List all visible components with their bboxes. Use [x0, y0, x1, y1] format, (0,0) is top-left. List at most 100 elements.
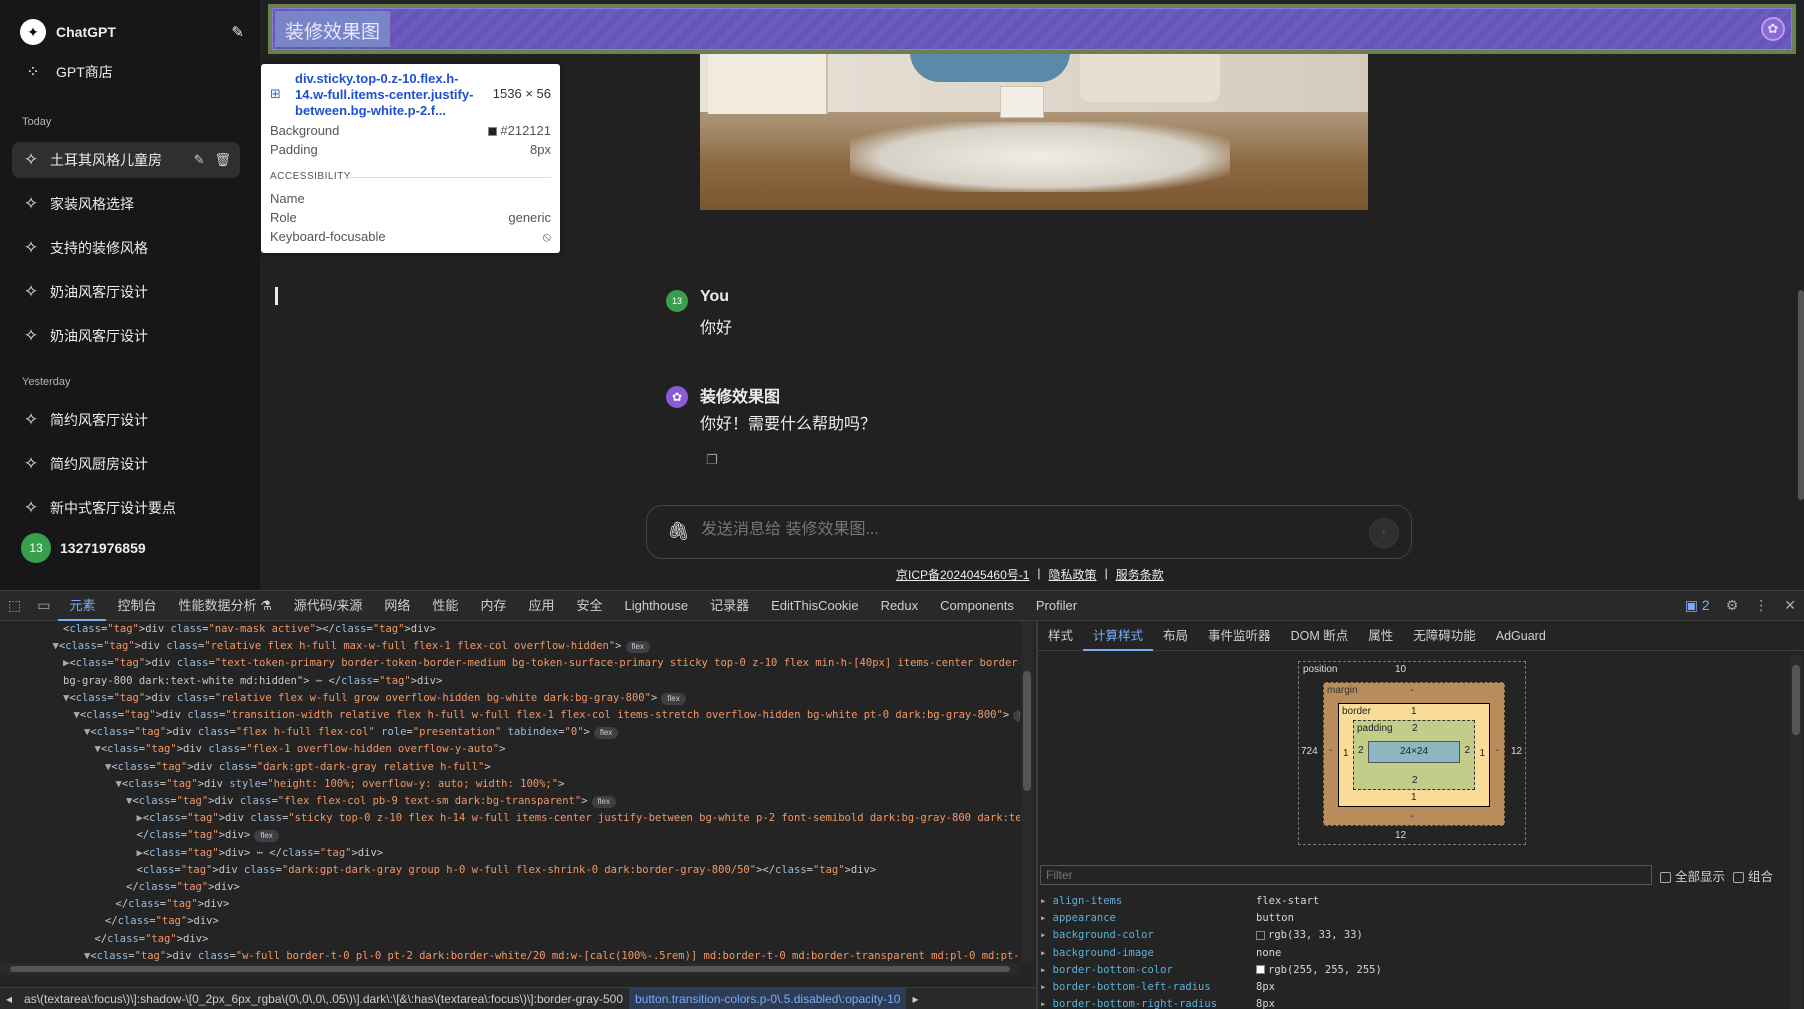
filter-input[interactable]	[1040, 865, 1652, 885]
dom-node[interactable]: ▼<div style="height: 100%; overflow-y: a…	[0, 776, 1020, 793]
devtools-tab[interactable]: 记录器	[699, 591, 760, 621]
sidebar-tab[interactable]: 样式	[1038, 621, 1083, 651]
computed-property[interactable]: align-itemsflex-start	[1040, 893, 1780, 910]
devtools-tab[interactable]: 应用	[517, 591, 565, 621]
chat-history-item[interactable]: ✧奶油风客厅设计	[12, 318, 240, 354]
sidebar-tab[interactable]: AdGuard	[1486, 621, 1556, 651]
close-icon[interactable]: ✕	[1776, 597, 1804, 614]
sidebar-tab[interactable]: 布局	[1153, 621, 1198, 651]
flex-badge[interactable]: flex	[594, 727, 618, 739]
panel-divider[interactable]	[1036, 621, 1038, 1009]
dom-node[interactable]: </div></class="tag">div>	[0, 896, 1020, 913]
show-all-checkbox[interactable]: 全部显示	[1660, 866, 1725, 885]
breadcrumb-prev-icon[interactable]: ◂	[0, 992, 18, 1006]
sidebar-scrollbar[interactable]	[1790, 655, 1802, 1009]
devtools-tab[interactable]: 控制台	[106, 591, 167, 621]
computed-property[interactable]: appearancebutton	[1040, 910, 1780, 927]
message-input[interactable]	[701, 521, 1321, 539]
dom-node[interactable]: ▼<div class="flex-1 overflow-hidden over…	[0, 741, 1020, 758]
dom-node[interactable]: </div></class="tag">div>	[0, 879, 1020, 896]
terms-link[interactable]: 服务条款	[1116, 566, 1164, 583]
devtools-tab[interactable]: 性能数据分析 ⚗	[168, 591, 283, 621]
dom-horizontal-thumb[interactable]	[10, 966, 1010, 972]
group-checkbox[interactable]: 组合	[1733, 866, 1773, 885]
delete-icon[interactable]: 🗑	[214, 152, 231, 168]
dom-node[interactable]: </div></class="tag">div>	[0, 913, 1020, 930]
settings-gear-icon[interactable]: ⚙	[1718, 597, 1747, 614]
dom-node[interactable]: ▼<div class="relative flex w-full grow o…	[0, 690, 1020, 707]
devtools-tab[interactable]: Redux	[870, 591, 930, 621]
dom-node[interactable]: ▼<div class="transition-width relative f…	[0, 707, 1020, 724]
dom-node[interactable]: ▶<div> ⋯ </div><class="tag">div> ⋯ </cla…	[0, 845, 1020, 862]
main-scrollbar[interactable]	[1798, 290, 1804, 500]
computed-property[interactable]: border-bottom-left-radius8px	[1040, 979, 1780, 996]
margin-box[interactable]: margin - - - - border 1 1 1 1 padding 2 …	[1323, 682, 1505, 826]
dom-node[interactable]: ▼<div class="flex flex-col pb-9 text-sm …	[0, 793, 1020, 810]
chat-history-item[interactable]: ✧支持的装修风格	[12, 230, 240, 266]
chat-history-item[interactable]: ✧简约风客厅设计	[12, 402, 240, 438]
attach-icon[interactable]: 🖇	[667, 521, 690, 542]
room-image[interactable]	[700, 52, 1368, 210]
sidebar-tab[interactable]: 事件监听器	[1198, 621, 1281, 651]
more-options-icon[interactable]: ⋮	[1746, 597, 1776, 614]
flex-badge[interactable]: flex	[661, 693, 685, 705]
breadcrumb-selected[interactable]: button.transition-colors.p-0\.5.disabled…	[629, 988, 906, 1009]
devtools-tab[interactable]: 内存	[469, 591, 517, 621]
computed-property[interactable]: border-bottom-colorrgb(255, 255, 255)	[1040, 962, 1780, 979]
devtools-tab[interactable]: 网络	[373, 591, 421, 621]
chat-history-item[interactable]: ✧简约风厨房设计	[12, 446, 240, 482]
send-button[interactable]: ↑	[1369, 518, 1399, 548]
user-profile[interactable]: 13 13271976859	[12, 530, 240, 566]
inspect-element-icon[interactable]: ⬚	[0, 597, 29, 614]
gpt-title-button[interactable]: 装修效果图	[275, 11, 390, 47]
gpt-store-link[interactable]: ⁘ GPT商店	[12, 54, 121, 90]
dom-node[interactable]: </div></class="tag">div>flex	[0, 827, 1020, 844]
dom-node[interactable]: ▶<div class="sticky top-0 z-10 flex h-14…	[0, 810, 1020, 827]
dom-node[interactable]: ▼<div class="w-full border-t-0 pl-0 pt-2…	[0, 948, 1020, 961]
breadcrumb-item[interactable]: as\(textarea\:focus\)\]:shadow-\[0_2px_6…	[18, 992, 629, 1006]
chat-history-item[interactable]: ✧新中式客厅设计要点	[12, 490, 240, 526]
sidebar-tab[interactable]: 计算样式	[1083, 621, 1153, 651]
copy-icon[interactable]: ❐	[706, 452, 718, 468]
dom-node[interactable]: ▼<div class="flex h-full flex-col" role=…	[0, 724, 1020, 741]
border-box[interactable]: border 1 1 1 1 padding 2 2 2 2 24×24	[1338, 703, 1490, 807]
devtools-tab[interactable]: Profiler	[1025, 591, 1088, 621]
devtools-tab[interactable]: 元素	[58, 591, 106, 621]
flex-badge[interactable]: flex	[1013, 710, 1020, 722]
dom-node[interactable]: bg-gray-800 dark:text-white md:hidden"> …	[0, 673, 1020, 690]
dom-node[interactable]: ▼<div class="dark:gpt-dark-gray relative…	[0, 759, 1020, 776]
computed-property[interactable]: background-imagenone	[1040, 945, 1780, 962]
breadcrumb-next-icon[interactable]: ▸	[906, 992, 924, 1006]
chat-history-item[interactable]: ✧奶油风客厅设计	[12, 274, 240, 310]
devtools-tab[interactable]: Lighthouse	[613, 591, 699, 621]
devtools-tab[interactable]: 性能	[421, 591, 469, 621]
rename-icon[interactable]: ✎	[194, 152, 205, 168]
sidebar-tab[interactable]: 属性	[1358, 621, 1403, 651]
dom-vertical-thumb[interactable]	[1023, 671, 1031, 791]
new-chat-row[interactable]: ✦ ChatGPT ✎	[12, 14, 252, 50]
devtools-tab[interactable]: EditThisCookie	[760, 591, 869, 621]
flex-badge[interactable]: flex	[626, 641, 650, 653]
flex-badge[interactable]: flex	[592, 796, 616, 808]
dom-tree[interactable]: <div class="nav-mask active"></div><clas…	[0, 621, 1020, 961]
dom-vertical-scrollbar[interactable]	[1021, 621, 1033, 963]
flex-badge[interactable]: flex	[254, 830, 278, 842]
new-chat-icon[interactable]: ✎	[231, 23, 244, 41]
dom-node[interactable]: <div class="dark:gpt-dark-gray group h-0…	[0, 862, 1020, 879]
content-box[interactable]: 24×24	[1368, 741, 1460, 763]
sidebar-tab[interactable]: 无障碍功能	[1403, 621, 1486, 651]
dom-horizontal-scrollbar[interactable]	[0, 963, 1020, 975]
devtools-tab[interactable]: Components	[929, 591, 1025, 621]
padding-box[interactable]: padding 2 2 2 2 24×24	[1353, 720, 1475, 790]
issues-icon[interactable]: ▣ 2	[1677, 597, 1718, 614]
dom-node[interactable]: ▶<div class="text-token-primary border-t…	[0, 655, 1020, 672]
gpt-avatar-icon[interactable]: ✿	[1761, 17, 1785, 41]
icp-link[interactable]: 京ICP备2024045460号-1	[896, 566, 1029, 583]
computed-property[interactable]: background-colorrgb(33, 33, 33)	[1040, 927, 1780, 944]
dom-node[interactable]: <div class="nav-mask active"></div><clas…	[0, 621, 1020, 638]
privacy-link[interactable]: 隐私政策	[1049, 566, 1097, 583]
chat-history-item[interactable]: ✧家装风格选择	[12, 186, 240, 222]
computed-property[interactable]: border-bottom-right-radius8px	[1040, 996, 1780, 1009]
dom-node[interactable]: </div></class="tag">div>	[0, 931, 1020, 948]
devtools-tab[interactable]: 源代码/来源	[283, 591, 374, 621]
